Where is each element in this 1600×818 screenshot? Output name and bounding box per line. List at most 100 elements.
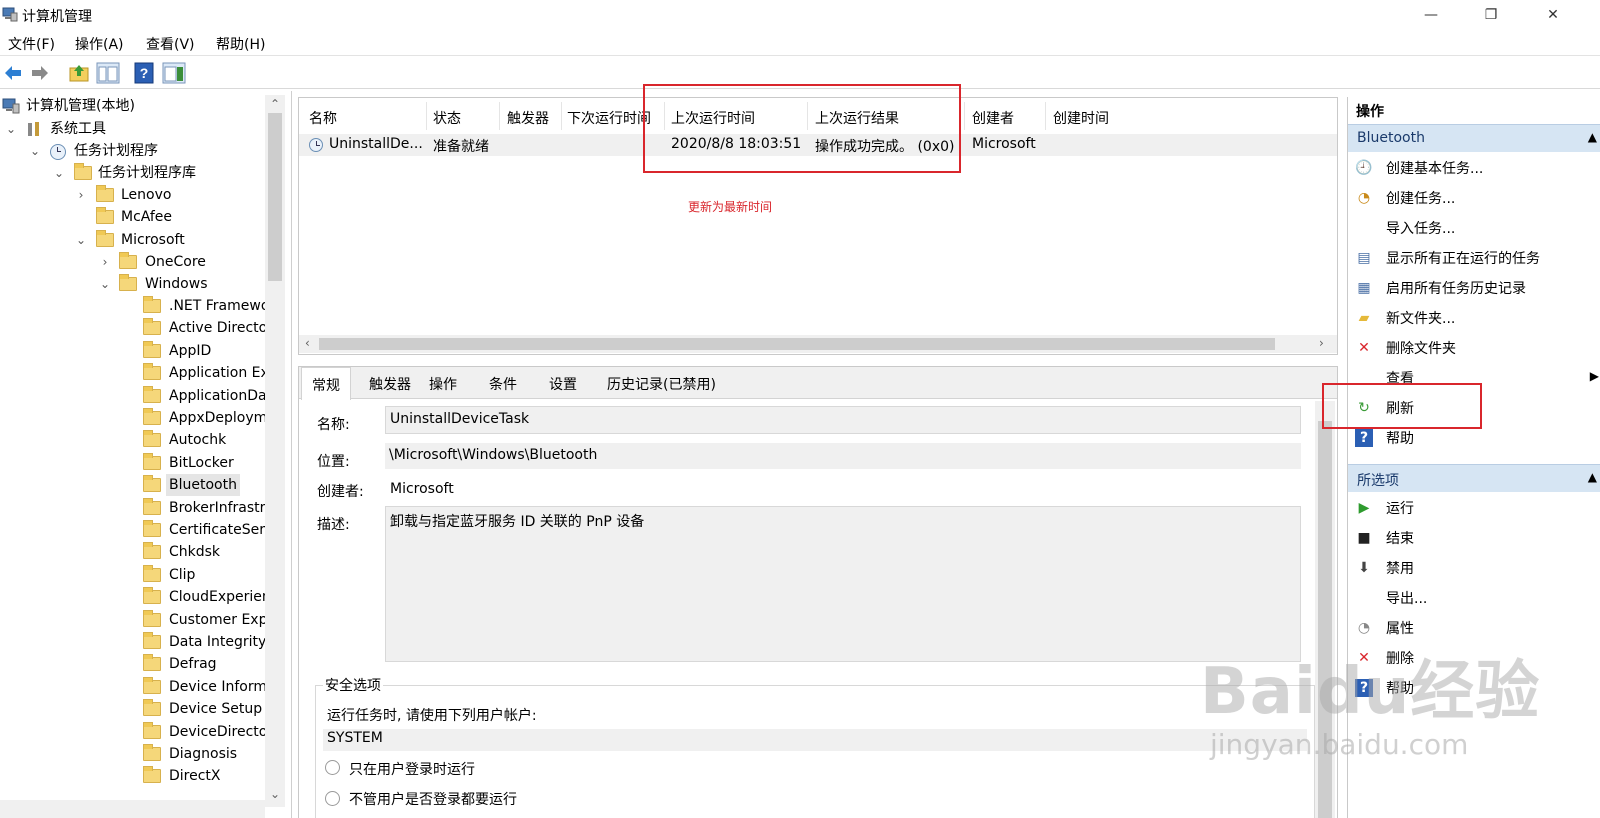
scroll-down-icon[interactable]: ⌄ — [270, 787, 280, 801]
svg-text:?: ? — [140, 65, 149, 81]
tree-item-windows-child[interactable]: Application Exp — [0, 362, 278, 384]
chevron-down-icon[interactable]: ⌄ — [98, 273, 112, 295]
folder-icon — [143, 497, 161, 515]
column-next-run[interactable]: 下次运行时间 — [567, 108, 651, 128]
tree-item-windows-child[interactable]: BitLocker — [0, 452, 265, 474]
tree-item-system-tools[interactable]: ⌄ 系统工具 — [0, 118, 265, 140]
action-item[interactable]: ⬇ 禁用 — [1348, 554, 1600, 582]
tree-item-windows-child[interactable]: Chkdsk — [0, 541, 265, 563]
tree-vertical-scrollbar[interactable]: ⌃ ⌄ — [265, 95, 285, 807]
tree-item-windows-child[interactable]: Customer Expe — [0, 609, 276, 631]
tree-item-windows-child[interactable]: Diagnosis — [0, 743, 265, 765]
close-button[interactable]: ✕ — [1530, 0, 1576, 30]
radio-run-logged-on-label: 只在用户登录时运行 — [349, 762, 475, 778]
tab-history[interactable]: 历史记录(已禁用) — [607, 374, 716, 394]
tree-item-windows[interactable]: ⌄ Windows — [0, 273, 265, 295]
collapse-icon[interactable]: ▲ — [1588, 470, 1597, 484]
tree-item-task-scheduler[interactable]: ⌄ 任务计划程序 — [0, 140, 265, 162]
action-pane-icon[interactable] — [162, 62, 186, 84]
tree-item-windows-child[interactable]: Device Setup — [0, 698, 265, 720]
chevron-down-icon[interactable]: ⌄ — [74, 229, 88, 251]
action-item[interactable]: ▰ 新文件夹... — [1348, 304, 1600, 332]
tree-item-task-library[interactable]: ⌄ 任务计划程序库 — [0, 162, 265, 184]
column-trigger[interactable]: 触发器 — [507, 108, 549, 128]
scroll-thumb[interactable] — [319, 338, 1275, 350]
tree-item-windows-child[interactable]: Defrag — [0, 653, 265, 675]
tree-item-windows-child[interactable]: Autochk — [0, 429, 265, 451]
tree-item-windows-child[interactable]: .NET Framewo — [0, 295, 269, 317]
menu-help[interactable]: 帮助(H) — [216, 34, 265, 54]
action-item[interactable]: 导出... — [1348, 584, 1600, 612]
tree-item-windows-child[interactable]: CloudExperien — [0, 586, 271, 608]
collapse-icon[interactable]: ▲ — [1588, 130, 1597, 144]
name-field[interactable]: UninstallDeviceTask — [385, 406, 1301, 434]
column-name[interactable]: 名称 — [309, 108, 337, 128]
tree-item-lenovo[interactable]: › Lenovo — [0, 184, 265, 206]
scroll-left-icon[interactable]: ‹ — [305, 336, 310, 350]
tree-item-microsoft[interactable]: ⌄ Microsoft — [0, 229, 265, 251]
tree-item-windows-child[interactable]: BrokerInfrastru — [0, 497, 274, 519]
column-created[interactable]: 创建时间 — [1053, 108, 1109, 128]
chevron-right-icon[interactable]: › — [98, 251, 112, 273]
tree-horizontal-scrollbar[interactable] — [0, 800, 265, 818]
tree-item-onecore[interactable]: › OneCore — [0, 251, 265, 273]
action-item[interactable]: 🕘 创建基本任务... — [1348, 154, 1600, 182]
tree-item-windows-child[interactable]: AppxDeploym — [0, 407, 267, 429]
tab-triggers[interactable]: 触发器 — [369, 374, 411, 394]
minimize-button[interactable]: — — [1408, 0, 1454, 30]
folder-icon — [119, 274, 137, 291]
tree-item-mcafee[interactable]: McAfee — [0, 206, 265, 228]
action-item[interactable]: ▶ 运行 — [1348, 494, 1600, 522]
menu-view[interactable]: 查看(V) — [146, 34, 195, 54]
folder-icon — [143, 744, 161, 761]
radio-run-whether-logged[interactable] — [325, 791, 340, 806]
action-item[interactable]: ▦ 启用所有任务历史记录 — [1348, 274, 1600, 302]
up-folder-icon[interactable] — [68, 62, 90, 84]
back-arrow-icon[interactable] — [3, 62, 23, 84]
action-item[interactable]: ◔ 创建任务... — [1348, 184, 1600, 212]
tab-general[interactable]: 常规 — [301, 367, 351, 400]
tree-item-windows-child[interactable]: Bluetooth — [0, 474, 265, 497]
tree-item-windows-child[interactable]: ApplicationDat — [0, 385, 272, 407]
scroll-right-icon[interactable]: › — [1319, 336, 1324, 350]
help-icon[interactable]: ? — [134, 62, 154, 84]
forward-arrow-icon[interactable] — [30, 62, 50, 84]
chevron-down-icon[interactable]: ⌄ — [52, 162, 66, 184]
action-item[interactable]: ✕ 删除文件夹 — [1348, 334, 1600, 362]
scroll-up-icon[interactable]: ⌃ — [270, 97, 280, 111]
column-status[interactable]: 状态 — [433, 108, 461, 128]
console-tree-icon[interactable] — [96, 62, 120, 84]
tree-item-windows-child[interactable]: Data Integrity S — [0, 631, 280, 653]
tree-item-windows-child[interactable]: Device Inform — [0, 676, 267, 698]
chevron-down-icon[interactable]: ⌄ — [28, 140, 42, 162]
tree-item-root[interactable]: 计算机管理(本地) — [0, 95, 265, 117]
action-item[interactable]: 导入任务... — [1348, 214, 1600, 242]
tab-conditions[interactable]: 条件 — [489, 374, 517, 394]
tree-item-windows-child[interactable]: Active Directo — [0, 317, 267, 339]
column-author[interactable]: 创建者 — [972, 108, 1014, 128]
tree-item-windows-child[interactable]: DeviceDirecto — [0, 721, 267, 743]
maximize-button[interactable]: ❐ — [1468, 0, 1514, 30]
action-item[interactable]: ◔ 属性 — [1348, 614, 1600, 642]
scroll-thumb[interactable] — [268, 113, 282, 281]
submenu-arrow-icon[interactable]: ▶ — [1590, 369, 1599, 383]
tree-item-windows-child[interactable]: AppID — [0, 340, 265, 362]
chevron-down-icon[interactable]: ⌄ — [4, 118, 18, 140]
chevron-right-icon[interactable]: › — [74, 184, 88, 206]
basic-task-icon: 🕘 — [1355, 160, 1373, 176]
section-selected-item[interactable]: 所选项 ▲ — [1348, 464, 1600, 492]
task-list-horizontal-scrollbar[interactable]: ‹ › — [299, 335, 1337, 353]
menu-file[interactable]: 文件(F) — [8, 34, 55, 54]
tab-settings[interactable]: 设置 — [549, 374, 577, 394]
run-icon: ▶ — [1358, 500, 1370, 516]
radio-run-logged-on[interactable] — [325, 760, 340, 775]
tree-item-windows-child[interactable]: DirectX — [0, 765, 265, 787]
menu-action[interactable]: 操作(A) — [75, 34, 124, 54]
action-item[interactable]: ▤ 显示所有正在运行的任务 — [1348, 244, 1600, 272]
tree-item-windows-child[interactable]: CertificateServ — [0, 519, 273, 541]
tab-actions[interactable]: 操作 — [429, 374, 457, 394]
description-field[interactable]: 卸载与指定蓝牙服务 ID 关联的 PnP 设备 — [385, 506, 1301, 662]
tree-item-windows-child[interactable]: Clip — [0, 564, 265, 586]
section-bluetooth[interactable]: Bluetooth ▲ — [1348, 124, 1600, 152]
action-item[interactable]: ■ 结束 — [1348, 524, 1600, 552]
